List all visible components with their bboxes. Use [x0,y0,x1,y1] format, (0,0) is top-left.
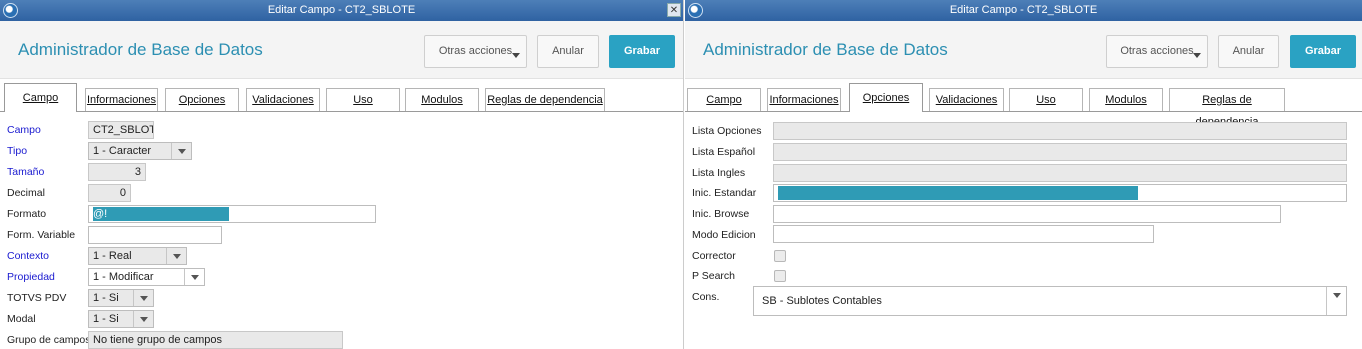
tab-opciones[interactable]: Opciones [849,83,923,112]
campo-label: Campo [7,124,41,136]
tab-informaciones[interactable]: Informaciones [85,88,158,111]
contexto-select[interactable]: 1 - Real [88,247,187,265]
cons-select[interactable]: SB - Sublotes Contables [753,286,1347,316]
form-variable-field[interactable] [88,226,222,244]
app-icon [3,3,18,18]
header: Administrador de Base de Datos Otras acc… [685,21,1362,79]
corrector-label: Corrector [692,250,736,262]
chevron-down-icon [512,53,520,58]
formato-field[interactable]: @! [88,205,376,223]
contexto-label: Contexto [7,250,50,262]
header: Administrador de Base de Datos Otras acc… [0,21,683,79]
formato-value: @! [93,208,108,220]
window-title: Editar Campo - CT2_SBLOTE [949,4,1098,16]
tab-modulos[interactable]: Modulos [1089,88,1163,111]
cancel-button[interactable]: Anular [537,35,599,68]
window-title: Editar Campo - CT2_SBLOTE [267,4,416,16]
chevron-down-icon [1193,53,1201,58]
tab-campo[interactable]: Campo [4,83,77,112]
formato-label: Formato [7,208,47,220]
tamano-label: Tamaño [7,166,45,178]
totvs-pdv-label: TOTVS PDV [7,292,67,304]
grupo-campos-label: Grupo de campos [7,334,91,346]
propiedad-value: 1 - Modificar [93,271,154,283]
propiedad-select[interactable]: 1 - Modificar [88,268,205,286]
lista-opciones-label: Lista Opciones [692,125,762,137]
campo-field[interactable]: CT2_SBLOTE [88,121,154,139]
lista-espanol-field[interactable] [773,143,1347,161]
more-actions-label: Otras acciones [438,45,513,57]
cons-label: Cons. [692,291,720,303]
propiedad-label: Propiedad [7,271,55,283]
lista-ingles-label: Lista Ingles [692,167,746,179]
text-selection [778,186,1138,200]
app-title: Administrador de Base de Datos [703,40,948,59]
decimal-field[interactable]: 0 [88,184,131,202]
tab-opciones[interactable]: Opciones [165,88,239,111]
chevron-down-icon [184,269,204,285]
title-bar: Editar Campo - CT2_SBLOTE [685,0,1362,21]
chevron-down-icon [1326,287,1346,315]
tab-validaciones[interactable]: Validaciones [929,88,1004,111]
tab-bar: Campo Informaciones Opciones Validacione… [685,80,1362,128]
tipo-label: Tipo [7,145,28,157]
modal-label: Modal [7,313,36,325]
p-search-label: P Search [692,270,735,282]
chevron-down-icon [171,143,191,159]
app-icon [688,3,703,18]
decimal-label: Decimal [7,187,45,199]
cancel-button[interactable]: Anular [1218,35,1279,68]
totvs-pdv-select[interactable]: 1 - Si [88,289,154,307]
chevron-down-icon [133,311,153,327]
form-variable-label: Form. Variable [7,229,76,241]
tab-campo[interactable]: Campo [687,88,761,111]
inic-browse-label: Inic. Browse [692,208,750,220]
text-selection [93,207,229,221]
inic-estandar-label: Inic. Estandar [692,187,757,199]
chevron-down-icon [133,290,153,306]
lista-opciones-field[interactable] [773,122,1347,140]
totvs-pdv-value: 1 - Si [93,292,119,304]
edit-field-window-left: Editar Campo - CT2_SBLOTE ✕ Administrado… [0,0,684,349]
modal-select[interactable]: 1 - Si [88,310,154,328]
app-title: Administrador de Base de Datos [18,40,263,59]
tab-uso[interactable]: Uso [1009,88,1083,111]
title-bar: Editar Campo - CT2_SBLOTE ✕ [0,0,683,21]
more-actions-label: Otras acciones [1120,45,1194,57]
modo-edicion-field[interactable] [773,225,1154,243]
close-icon[interactable]: ✕ [667,3,681,17]
tamano-field[interactable]: 3 [88,163,146,181]
tipo-select[interactable]: 1 - Caracter [88,142,192,160]
tab-informaciones[interactable]: Informaciones [767,88,841,111]
save-button[interactable]: Grabar [609,35,675,68]
edit-field-window-right: Editar Campo - CT2_SBLOTE Administrador … [685,0,1362,349]
more-actions-button[interactable]: Otras acciones [1106,35,1208,68]
tab-reglas-dependencia[interactable]: Reglas de dependencia [1169,88,1285,128]
cons-value: SB - Sublotes Contables [762,295,882,307]
modo-edicion-label: Modo Edicion [692,229,756,241]
p-search-checkbox[interactable] [774,270,786,282]
grupo-campos-field[interactable]: No tiene grupo de campos [88,331,343,349]
campo-panel: Campo CT2_SBLOTE Tipo 1 - Caracter Tamañ… [0,113,683,349]
opciones-panel: Lista Opciones Lista Español Lista Ingle… [685,113,1362,349]
tab-reglas-dependencia[interactable]: Reglas de dependencia [485,88,605,111]
lista-espanol-label: Lista Español [692,146,756,158]
contexto-value: 1 - Real [93,250,132,262]
tab-validaciones[interactable]: Validaciones [246,88,320,111]
chevron-down-icon [166,248,186,264]
tab-bar: Campo Informaciones Opciones Validacione… [0,80,683,112]
lista-ingles-field[interactable] [773,164,1347,182]
inic-estandar-field[interactable] [773,184,1347,202]
corrector-checkbox[interactable] [774,250,786,262]
more-actions-button[interactable]: Otras acciones [424,35,527,68]
inic-browse-field[interactable] [773,205,1281,223]
tipo-value: 1 - Caracter [93,145,152,157]
tab-uso[interactable]: Uso [326,88,400,111]
modal-value: 1 - Si [93,313,119,325]
save-button[interactable]: Grabar [1290,35,1356,68]
tab-modulos[interactable]: Modulos [405,88,479,111]
